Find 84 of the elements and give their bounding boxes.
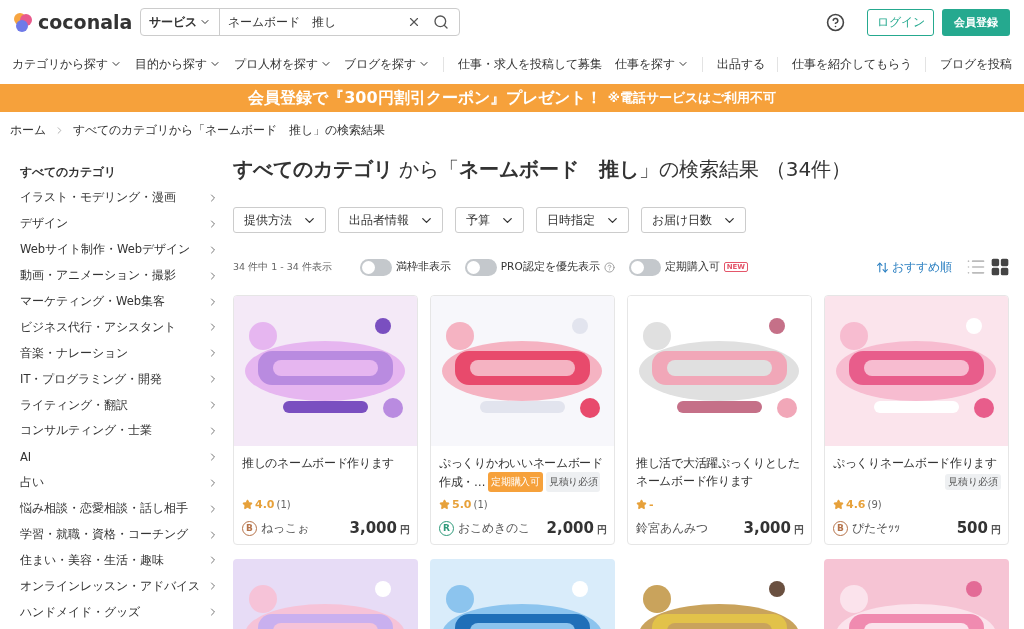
rating-value: 4.0 — [255, 498, 275, 511]
star-icon — [833, 499, 844, 510]
clear-icon[interactable] — [407, 15, 421, 29]
toggle-switch[interactable] — [464, 258, 497, 276]
breadcrumb-link[interactable]: すべてのカテゴリから「ネームボード 推し」の検索結果 — [73, 122, 385, 139]
price: 3,000 円 — [349, 519, 410, 537]
nav-link[interactable]: 仕事を紹介してもらう — [777, 56, 913, 72]
result-count: 34 件中 1 - 34 件表示 — [233, 260, 332, 274]
search-icon[interactable] — [433, 14, 449, 30]
service-title[interactable]: ぷっくりかわいいネームボード作成・… 定期購入可 見積り必須 — [439, 454, 607, 492]
category-link[interactable]: コンサルティング・士業 — [20, 418, 219, 444]
rating-value: - — [649, 498, 654, 511]
category-link[interactable]: Webサイト制作・Webデザイン — [20, 236, 219, 263]
filter-dropdown[interactable]: 日時指定 — [536, 207, 629, 233]
category-link[interactable]: 音楽・ナレーション — [20, 340, 219, 367]
service-card[interactable]: 推し活で大活躍ぷっくりとしたネームボード作ります - 鈴宮あんみつ 3,000 円 — [627, 295, 812, 545]
price: 2,000 円 — [546, 519, 607, 537]
category-link[interactable]: デザイン — [20, 210, 219, 237]
review-count: (9) — [867, 499, 882, 510]
breadcrumb-link[interactable]: ホーム — [10, 122, 46, 139]
category-link[interactable]: 動画・アニメーション・撮影 — [20, 262, 219, 289]
star-icon — [439, 499, 450, 510]
service-tag: 見積り必須 — [545, 472, 601, 492]
toggle-label: 定期購入可 — [664, 260, 720, 274]
category-link[interactable]: オンラインレッスン・アドバイス — [20, 573, 219, 600]
toggle-switch[interactable] — [628, 258, 661, 276]
seller-name[interactable]: ぴたそｯｯ — [852, 520, 900, 536]
nav-link[interactable]: プロ人材を探す — [233, 56, 332, 72]
logo-icon — [12, 11, 34, 33]
filter-dropdown[interactable]: 提供方法 — [233, 207, 326, 233]
category-link[interactable]: 住まい・美容・生活・趣味 — [20, 547, 219, 574]
service-title[interactable]: ぷっくりネームボード作ります — [833, 454, 1001, 472]
category-link[interactable]: ビジネス代行・アシスタント — [20, 314, 219, 341]
category-link[interactable]: ハンドメイド・グッズ — [20, 599, 219, 626]
nav-link[interactable]: 仕事・求人を投稿して募集 — [443, 56, 602, 72]
category-link[interactable]: 学習・就職・資格・コーチング — [20, 521, 219, 548]
filter-dropdown[interactable]: 出品者情報 — [338, 207, 443, 233]
star-icon — [636, 499, 647, 510]
list-icon — [966, 257, 986, 277]
service-tag: 定期購入可 — [488, 472, 543, 492]
review-count: (1) — [473, 499, 488, 510]
category-link[interactable]: 占い — [20, 469, 219, 496]
search-field[interactable]: サービス ネームボード 推し — [140, 8, 460, 36]
seller-name[interactable]: おこめきのこ — [458, 520, 530, 536]
category-link[interactable]: イラスト・モデリング・漫画 — [20, 185, 219, 211]
nav-link[interactable]: ブログを探す — [344, 56, 431, 72]
grid-icon — [990, 257, 1010, 277]
toggle-switch[interactable] — [359, 258, 392, 276]
seller-name[interactable]: ねっこぉ — [261, 520, 309, 536]
category-link[interactable]: マーケティング・Web集客 — [20, 288, 219, 315]
service-card[interactable]: ぷっくりかわいいネームボード作成・… 定期購入可 見積り必須 5.0 (1) R おこめきのこ 2,000 円 — [430, 295, 615, 545]
category-link[interactable]: AI — [20, 443, 219, 470]
price: 500 円 — [956, 519, 1001, 537]
sidebar-title[interactable]: すべてのカテゴリ — [20, 159, 219, 185]
nav-link[interactable]: 目的から探す — [134, 56, 221, 72]
service-tag: 見積り必須 — [945, 474, 1001, 490]
results-heading: すべてのカテゴリ から「ネームボード 推し」の検索結果 （34件） — [233, 155, 853, 183]
seller-name[interactable]: 鈴宮あんみつ — [636, 520, 708, 536]
toggle-label: PRO認定を優先表示 — [500, 260, 600, 274]
nav-link[interactable]: ブログを投稿 — [925, 56, 1012, 72]
help-icon[interactable] — [826, 12, 845, 32]
rating-value: 4.6 — [846, 498, 866, 511]
banner-text: 会員登録で『300円割引クーポン』プレゼント！ — [248, 87, 602, 109]
review-count: (1) — [276, 499, 291, 510]
category-link[interactable]: 悩み相談・恋愛相談・話し相手 — [20, 495, 219, 522]
nav-link[interactable]: 仕事を探す — [614, 56, 689, 72]
service-card[interactable]: ぷっくりネームボード作ります 見積り必須 4.6 (9) B ぴたそｯｯ 500 円 — [824, 295, 1009, 545]
logo-text[interactable]: coconala — [38, 11, 133, 33]
service-card[interactable]: 推しのネームボード作ります 4.0 (1) B ねっこぉ 3,000 円 — [233, 295, 418, 545]
category-link[interactable]: IT・プログラミング・開発 — [20, 366, 219, 393]
banner-note: ※電話サービスはご利用不可 — [607, 89, 776, 107]
price: 3,000 円 — [743, 519, 804, 537]
toggle-label: 満枠非表示 — [395, 260, 451, 274]
rating-value: 5.0 — [452, 498, 472, 511]
star-icon — [242, 499, 253, 510]
nav-link[interactable]: 出品する — [701, 56, 765, 72]
service-title[interactable]: 推し活で大活躍ぷっくりとしたネームボード作ります — [636, 454, 804, 490]
nav-link[interactable]: カテゴリから探す — [12, 56, 122, 72]
category-link[interactable]: ライティング・翻訳 — [20, 392, 219, 418]
sort-icon — [876, 260, 889, 274]
service-title[interactable]: 推しのネームボード作ります — [242, 454, 410, 472]
sort-link[interactable]: おすすめ順 — [876, 258, 952, 276]
filter-dropdown[interactable]: お届け日数 — [641, 207, 746, 233]
filter-dropdown[interactable]: 予算 — [455, 207, 524, 233]
